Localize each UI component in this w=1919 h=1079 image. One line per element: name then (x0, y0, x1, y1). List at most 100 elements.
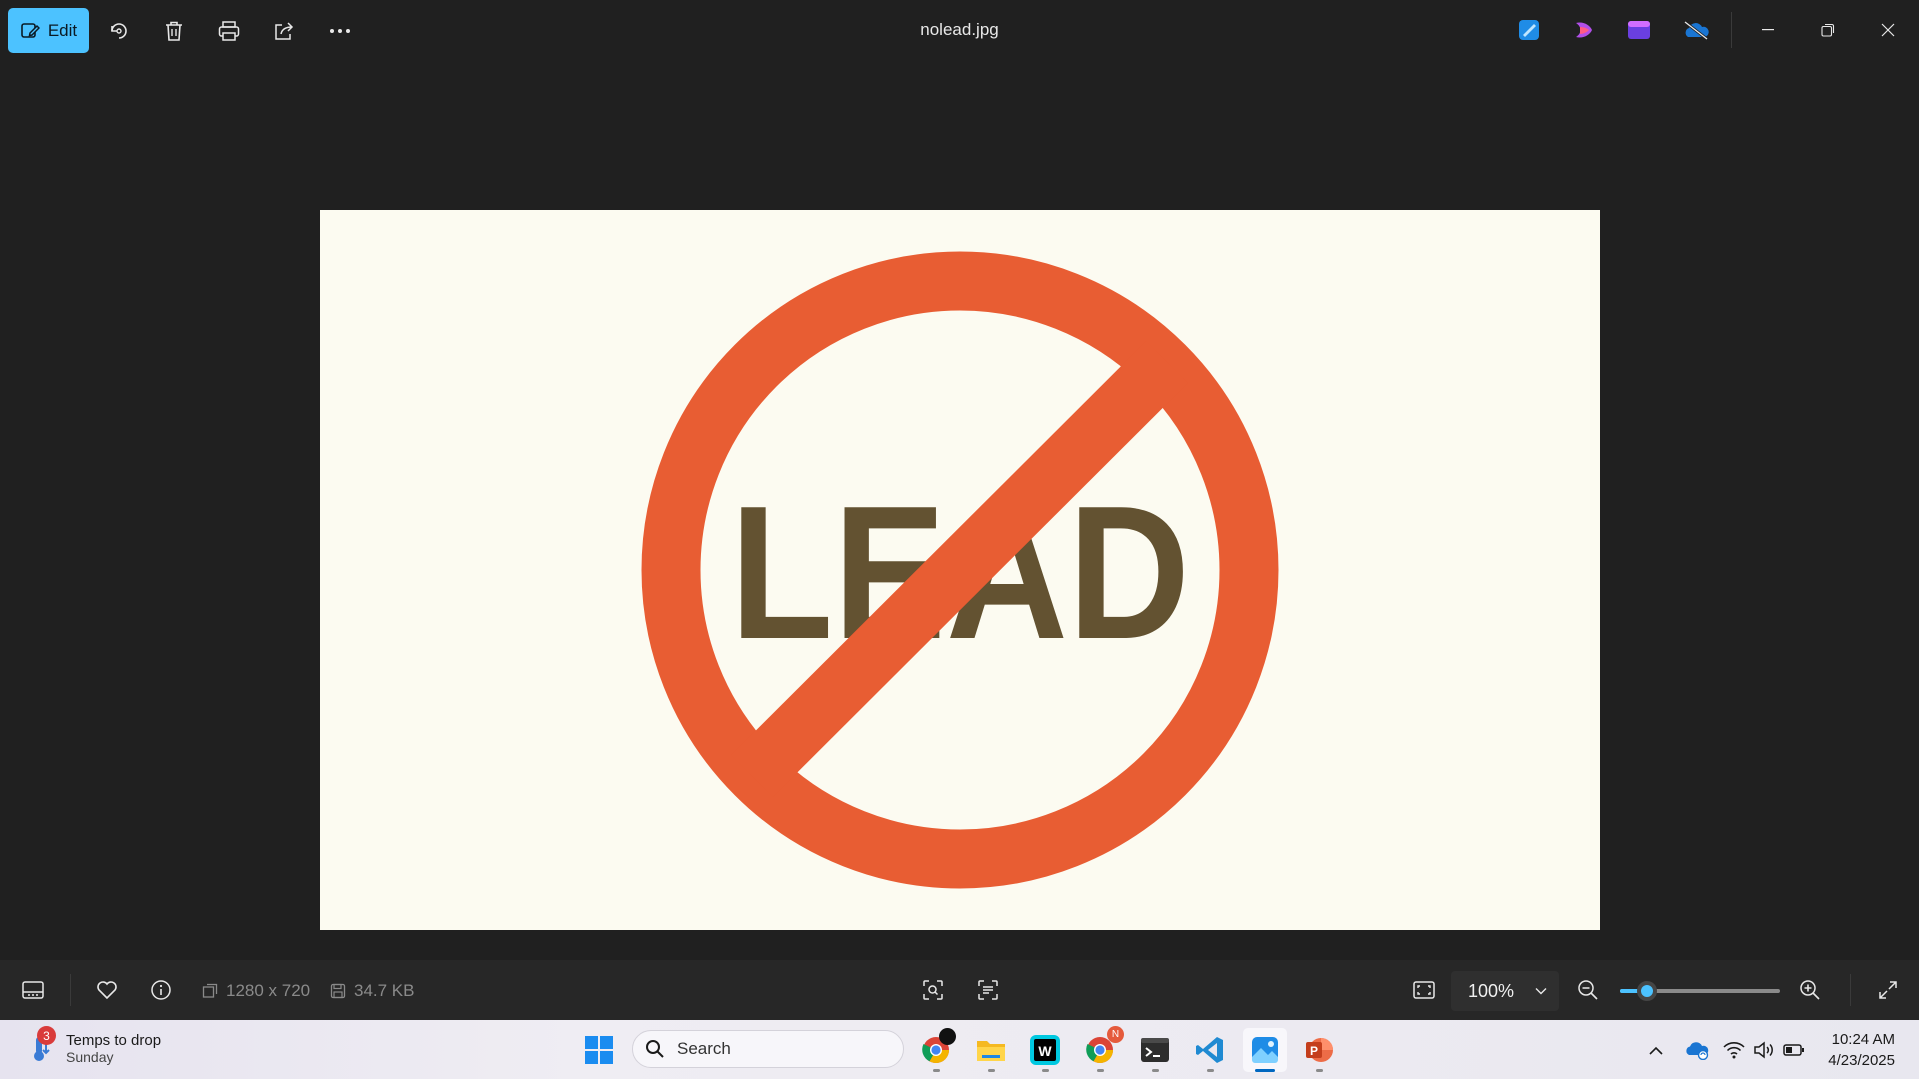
text-scan-icon (978, 980, 998, 1000)
running-indicator (1316, 1069, 1323, 1072)
clipchamp-button[interactable] (1570, 16, 1598, 44)
taskbar-photos[interactable] (1243, 1028, 1287, 1072)
bottom-toolbar: 1280 x 720 34.7 KB 100% (0, 960, 1919, 1020)
windows-taskbar: 3 Temps to drop Sunday Search W N P 10:2… (0, 1020, 1919, 1079)
running-indicator (1152, 1069, 1159, 1072)
share-button[interactable] (262, 8, 306, 53)
zoom-slider-thumb[interactable] (1637, 981, 1658, 1001)
show-hidden-icons-button[interactable] (1645, 1039, 1667, 1061)
fit-to-window-icon (1413, 981, 1435, 999)
share-icon (275, 21, 294, 40)
taskbar-terminal[interactable] (1133, 1028, 1177, 1072)
taskbar-chrome-profile[interactable]: N (1078, 1026, 1124, 1072)
restore-button[interactable] (1798, 0, 1858, 60)
zoom-dropdown[interactable]: 100% (1451, 971, 1559, 1011)
chevron-down-icon (1535, 988, 1547, 995)
running-indicator (933, 1069, 940, 1072)
taskbar-powerpoint[interactable]: P (1297, 1028, 1341, 1072)
favorite-button[interactable] (87, 970, 127, 1010)
titlebar-divider (1731, 12, 1732, 48)
zoom-out-icon (1578, 980, 1598, 1000)
bottom-separator (1850, 974, 1851, 1006)
edit-label: Edit (47, 20, 78, 40)
text-scan-button[interactable] (968, 970, 1008, 1010)
taskbar-webstorm[interactable]: W (1023, 1028, 1067, 1072)
taskbar-search-box[interactable]: Search (632, 1030, 904, 1068)
displayed-photo[interactable]: LEAD (320, 210, 1600, 930)
fit-to-window-button[interactable] (1404, 970, 1444, 1010)
onedrive-sync-icon (1686, 1042, 1709, 1060)
save-disk-icon (330, 983, 346, 999)
weather-subtitle: Sunday (66, 1048, 114, 1065)
close-button[interactable] (1858, 0, 1918, 60)
image-dimensions: 1280 x 720 (202, 981, 310, 1001)
print-icon (218, 20, 240, 41)
full-screen-button[interactable] (1868, 970, 1908, 1010)
print-button[interactable] (207, 8, 251, 53)
taskbar-vscode[interactable] (1188, 1028, 1232, 1072)
taskbar-chrome[interactable] (914, 1028, 958, 1072)
windows-start-icon (585, 1036, 613, 1064)
rotate-button[interactable] (97, 8, 141, 53)
image-file-size: 34.7 KB (330, 981, 415, 1001)
wifi-button[interactable] (1723, 1039, 1745, 1061)
clock-time: 10:24 AM (1831, 1031, 1895, 1048)
onedrive-off-icon (1684, 20, 1709, 40)
more-icon (330, 28, 350, 33)
visual-search-icon (923, 980, 943, 1000)
edit-button[interactable]: Edit (8, 8, 89, 53)
file-info-button[interactable] (141, 970, 181, 1010)
designer-button[interactable] (1625, 16, 1653, 44)
filmstrip-button[interactable] (13, 970, 53, 1010)
more-options-button[interactable] (318, 8, 362, 53)
restore-icon (1821, 23, 1835, 37)
minimize-button[interactable] (1738, 0, 1798, 60)
powerpoint-icon: P (1306, 1038, 1333, 1062)
running-indicator (988, 1069, 995, 1072)
terminal-icon (1141, 1038, 1169, 1062)
volume-button[interactable] (1753, 1039, 1775, 1061)
clock-date: 4/23/2025 (1828, 1052, 1895, 1069)
svg-text:W: W (1038, 1043, 1052, 1059)
delete-icon (166, 21, 182, 41)
vscode-icon (1196, 1037, 1223, 1063)
filmstrip-icon (22, 981, 44, 999)
running-indicator (1207, 1069, 1214, 1072)
onedrive-button[interactable] (1680, 16, 1712, 44)
title-bar: Edit nolead.jpg (0, 0, 1919, 60)
bottom-separator (70, 974, 71, 1006)
search-placeholder: Search (677, 1039, 731, 1058)
zoom-in-icon (1800, 980, 1820, 1000)
photos-icon (1252, 1037, 1278, 1063)
taskbar-clock[interactable]: 10:24 AM 4/23/2025 (1828, 1029, 1895, 1071)
close-icon (1881, 23, 1895, 37)
chrome-profile-dot (939, 1028, 956, 1045)
image-viewer-canvas[interactable]: LEAD (0, 60, 1919, 960)
weather-widget[interactable]: 3 Temps to drop Sunday (24, 1026, 162, 1068)
heart-icon (97, 981, 117, 1000)
start-button[interactable] (577, 1028, 621, 1072)
wifi-icon (1723, 1042, 1745, 1059)
chrome-profile-badge: N (1107, 1026, 1124, 1043)
onedrive-tray-button[interactable] (1684, 1039, 1710, 1061)
no-lead-sign-image: LEAD (641, 251, 1279, 889)
dimensions-text: 1280 x 720 (226, 981, 311, 1000)
delete-button[interactable] (152, 8, 196, 53)
zoom-in-button[interactable] (1790, 970, 1830, 1010)
edit-image-icon (21, 22, 40, 38)
zoom-out-button[interactable] (1568, 970, 1608, 1010)
search-icon (646, 1040, 664, 1058)
designer-icon (1628, 21, 1650, 39)
photos-editor-button[interactable] (1515, 16, 1543, 44)
rotate-icon (111, 22, 127, 39)
weather-title: Temps to drop (66, 1031, 162, 1049)
webstorm-icon: W (1030, 1035, 1060, 1065)
taskbar-file-explorer[interactable] (969, 1028, 1013, 1072)
visual-search-button[interactable] (913, 970, 953, 1010)
running-indicator (1097, 1069, 1104, 1072)
battery-icon (1783, 1044, 1804, 1056)
svg-text:P: P (1310, 1044, 1318, 1058)
minimize-icon (1762, 29, 1774, 31)
dimensions-icon (202, 983, 218, 998)
battery-button[interactable] (1783, 1039, 1805, 1061)
